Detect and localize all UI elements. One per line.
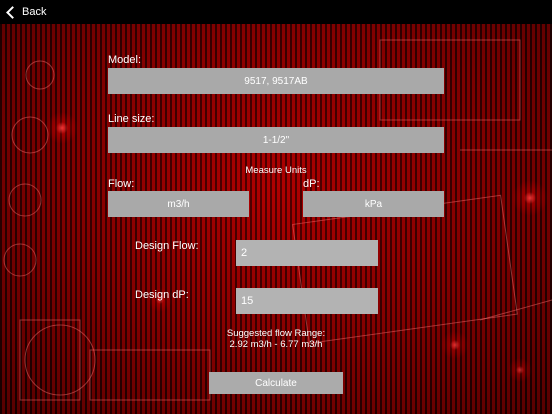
calculate-button[interactable]: Calculate [209,372,343,394]
dp-unit-value: kPa [364,198,383,210]
model-value: 9517, 9517AB [244,75,308,87]
design-dp-label: Design dP: [135,289,189,301]
design-dp-input[interactable]: 15 [236,288,378,314]
suggested-range-value: 2.92 m3/h - 6.77 m3/h [229,339,323,350]
dp-label: dP: [303,178,320,190]
dp-unit-selector[interactable]: kPa [303,191,444,217]
suggested-range-title: Suggested flow Range: [226,328,326,339]
back-label: Back [22,6,47,18]
back-button[interactable]: Back [6,3,46,21]
measure-units-label: Measure Units [245,165,307,176]
design-flow-input[interactable]: 2 [236,240,378,266]
line-size-selector[interactable]: 1-1/2" [108,127,444,153]
model-selector[interactable]: 9517, 9517AB [108,68,444,94]
flow-label: Flow: [108,178,135,190]
model-label: Model: [108,54,142,66]
line-size-value: 1-1/2" [262,134,290,146]
calculate-label: Calculate [255,377,297,389]
design-flow-label: Design Flow: [135,240,199,252]
flow-unit-value: m3/h [167,198,190,210]
blueprint-background [0,0,552,414]
line-size-label: Line size: [108,113,155,125]
chevron-left-icon [6,5,19,19]
flow-unit-selector[interactable]: m3/h [108,191,249,217]
navigation-bar: Back [0,0,552,24]
blueprint-drawing [3,39,552,401]
